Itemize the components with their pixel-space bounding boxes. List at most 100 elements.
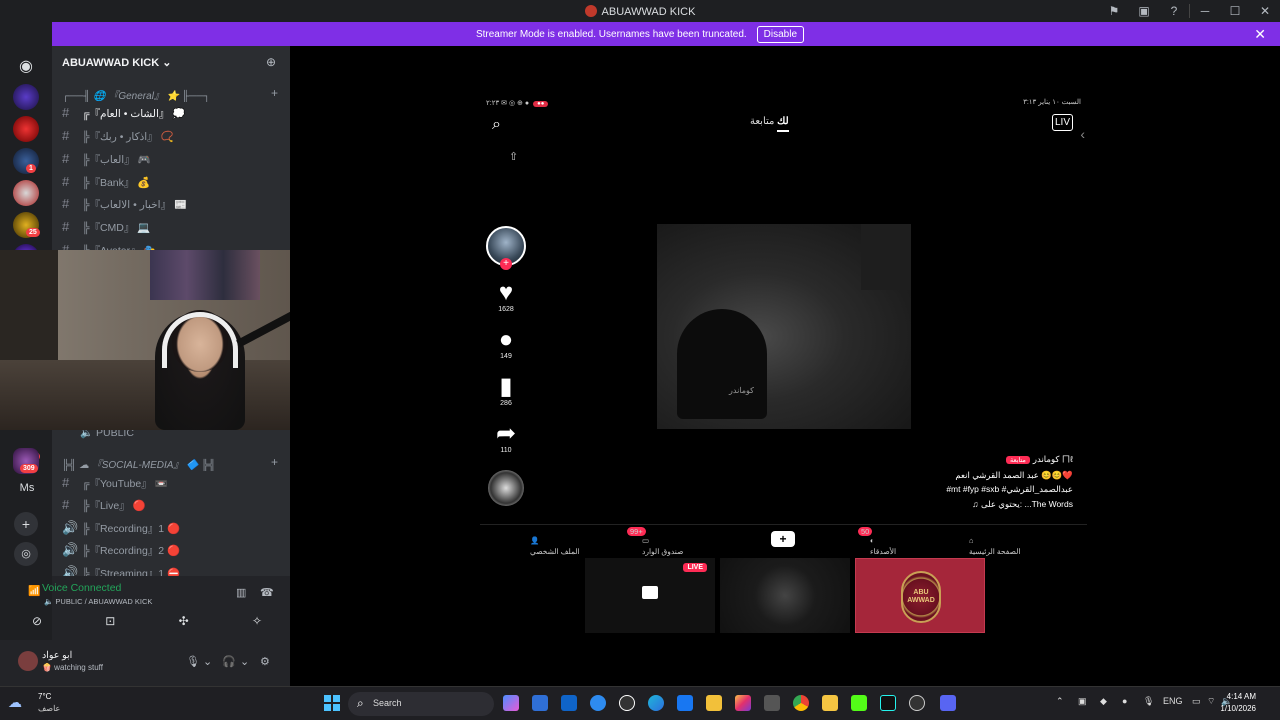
server-name[interactable]: ABUAWWAD KICK ⌄ [62,56,171,69]
like-count: 1628 [498,306,514,313]
channel-item[interactable]: 🔊 ╠『Recording』1 🔴 [62,520,180,536]
discord-home-icon[interactable]: ◉ [11,52,41,82]
store-icon[interactable] [532,695,548,711]
settings-gear-icon[interactable]: ⚙ [260,655,270,668]
nav-home[interactable]: الصفحة الرئيسية ⌂ [969,536,1020,556]
help-icon[interactable]: ? [1159,4,1189,18]
live-tv-icon[interactable]: LIV [1051,114,1073,131]
close-button[interactable]: ✕ [1250,4,1280,18]
tray-app-icon[interactable]: ▣ [1078,696,1087,707]
clock[interactable]: 4:14 AM 1/10/2026 [1220,691,1256,715]
add-server-icon[interactable]: + [14,512,38,536]
file-explorer-icon[interactable] [706,695,722,711]
caption-user[interactable]: كوماندر ㄇℓ [1033,454,1073,464]
voice-channel[interactable]: 🔈 PUBLIC / ABUAWWAD KICK [44,597,152,606]
edge-icon[interactable] [648,695,664,711]
nav-friends[interactable]: الأصدقاء ◐ [870,536,896,556]
instagram-icon[interactable] [735,695,751,711]
voice-status[interactable]: Voice Connected [42,582,121,594]
channel-item[interactable]: 🔊 ╠『Recording』2 🔴 [62,542,180,558]
channel-item[interactable]: # ╠『CMD』 💻 [62,219,150,235]
obs-icon[interactable] [909,695,925,711]
taskbar-search[interactable]: ⌕ Search [348,692,494,716]
camera-icon[interactable] [764,695,780,711]
comment-button[interactable]: ● 149 [485,327,527,361]
minimize-button[interactable]: ─ [1190,4,1220,18]
kick-icon[interactable] [851,695,867,711]
disconnect-icon[interactable]: ☎ [260,586,274,599]
camera-off-icon[interactable]: ⊘ [12,614,62,634]
cloud-icon[interactable] [590,695,606,711]
windows-start-icon[interactable] [324,695,340,711]
channel-item[interactable]: # ╠『العاب』 🎮 [62,151,151,167]
facebook-icon[interactable] [677,695,693,711]
add-channel-icon[interactable]: + [271,455,278,469]
channel-item[interactable]: # ╠『Live』 🔴 [62,497,146,513]
tray-app-icon[interactable]: ◆ [1100,696,1107,707]
headphones-icon[interactable]: 🎧 [222,655,236,668]
title-bar-controls: ⚑ ▣ ? ─ ☐ ✕ [1099,0,1280,22]
channel-item[interactable]: # ╔『الشات • العام』 💭 [62,105,185,121]
screen-share-icon[interactable]: ▣ [1129,4,1159,18]
follow-badge[interactable]: متابعة [1006,456,1030,464]
tab-for-you[interactable]: لك [777,116,789,132]
thumbnail-logo[interactable]: ABU AWWAD [855,558,985,633]
copilot-icon[interactable] [503,695,519,711]
display-icon[interactable]: ▭ [1192,696,1201,707]
share-button[interactable]: ➦ 110 [485,421,527,455]
follow-plus-icon[interactable]: + [500,258,512,270]
caption-music[interactable]: ♫ يحتوي على: ...The Words [972,499,1073,510]
mic-icon[interactable]: 🎙 [186,655,200,668]
screen-share-icon[interactable]: ⊡ [85,614,135,634]
mic-icon[interactable]: 🎙 [1143,696,1154,707]
server-icon[interactable] [13,116,39,142]
create-button[interactable]: + [771,531,795,547]
tiktok-icon[interactable] [880,695,896,711]
thumbnail-monitor[interactable]: LIVE [585,558,715,633]
discord-icon[interactable] [940,695,956,711]
chatgpt-icon[interactable] [619,695,635,711]
chevron-down-icon[interactable]: ⌄ [240,655,249,668]
search-icon[interactable]: ⌕ [492,116,501,134]
channel-item[interactable]: # ╠『اذكار • ربك』 📿 [62,128,174,144]
video-frame[interactable]: كوماندر [657,224,911,429]
notes-icon[interactable] [822,695,838,711]
maximize-button[interactable]: ☐ [1220,4,1250,18]
thumbnail-video[interactable] [720,558,850,633]
channel-item[interactable]: # ╠『اخبار • الالعاب』 📰 [62,196,187,212]
chevron-down-icon[interactable]: ⌄ [203,655,212,668]
add-channel-icon[interactable]: + [271,86,278,100]
noise-suppression-icon[interactable]: ▥ [236,586,246,599]
discover-icon[interactable]: ◎ [14,542,38,566]
music-disc-icon[interactable] [488,470,524,506]
disable-button[interactable]: Disable [756,25,805,43]
activities-icon[interactable]: ✣ [159,614,209,634]
channel-item[interactable]: # ╠『Bank』 💰 [62,174,150,190]
server-icon[interactable] [13,84,39,110]
channel-category[interactable]: ┌──╢ 🌐 『General』 ⭐ ╟──┐ [62,87,210,102]
caption-hashtags[interactable]: #mt #fyp #sxb #عبدالصمد_القرشي [946,484,1073,495]
server-ms[interactable]: Ms [10,482,44,494]
language-indicator[interactable]: ENG [1163,696,1183,706]
channel-category[interactable]: ╠╣ ☁ 『SOCIAL-MEDIA』 🔷 ╠╣ [62,456,216,471]
server-icon[interactable] [13,180,39,206]
tray-chevron-icon[interactable]: ⌃ [1056,696,1064,707]
arrow-up-icon[interactable]: ⇧ [509,150,518,163]
soundboard-icon[interactable]: ✧ [232,614,282,634]
avatar[interactable] [18,651,38,671]
chrome-icon[interactable] [793,695,809,711]
tab-following[interactable]: متابعة [750,116,774,127]
outlook-icon[interactable] [561,695,577,711]
channel-item[interactable]: # ╔『YouTube』 📼 [62,475,168,491]
nav-inbox[interactable]: صندوق الوارد ▭ [642,536,683,556]
invite-icon[interactable]: ⊕ [266,55,276,69]
nav-profile[interactable]: الملف الشخصي 👤 [530,536,580,556]
unread-badge: 1 [26,164,36,173]
collapse-chevron-icon[interactable]: ‹ [1080,126,1085,142]
inbox-icon[interactable]: ⚑ [1099,4,1129,18]
banner-close-icon[interactable]: ✕ [1254,26,1266,43]
like-button[interactable]: ♥ 1628 [485,280,527,314]
save-button[interactable]: ▮ 286 [485,374,527,408]
tray-app-icon[interactable]: ● [1122,696,1127,706]
network-icon[interactable]: ⌔ [1207,696,1215,707]
